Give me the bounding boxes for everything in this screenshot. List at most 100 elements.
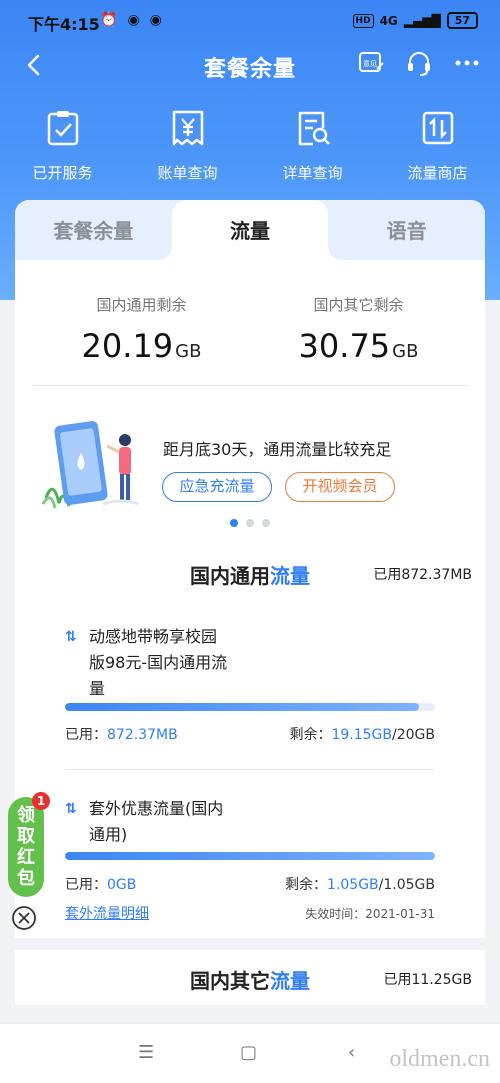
home-icon[interactable]: ▢ [240, 1042, 257, 1063]
more-button[interactable] [452, 48, 482, 78]
emergency-data-button[interactable]: 应急充流量 [162, 472, 272, 502]
tab-data[interactable]: 流量 [157, 200, 343, 260]
remain-value: 19.15GB [331, 727, 393, 743]
usage-progress-bar [65, 852, 435, 860]
other-remaining: 国内其它剩余 30.75 GB [250, 294, 467, 385]
data-transfer-icon: ⇅ [65, 801, 77, 817]
remain-total: /1.05GB [378, 877, 435, 893]
remain-total: /20GB [392, 727, 435, 743]
remain-label: 剩余： [289, 727, 332, 743]
main-card: 套餐余量 流量 语音 国内通用剩余 20.19 GB 国内其它剩余 30.75 GB [15, 200, 485, 546]
section-other-header: 国内其它流量 已用11.25GB [15, 950, 485, 1005]
package-name: ⇅ 动感地带畅享校园 版98元-国内通用流 量 [65, 624, 435, 702]
red-envelope-label: 取 [17, 826, 35, 847]
red-envelope-button[interactable]: 领 取 红 包 [8, 797, 44, 897]
watermark: oldmen.cn [389, 1046, 490, 1072]
overage-detail-link[interactable]: 套外流量明细 [65, 903, 149, 923]
back-button[interactable] [20, 50, 50, 80]
remain-label: 剩余： [285, 877, 328, 893]
section-title-prefix: 国内通用 [190, 564, 270, 588]
feedback-button[interactable]: 意见 [356, 48, 386, 78]
video-membership-button[interactable]: 开视频会员 [285, 472, 395, 502]
battery-icon: 57 [446, 12, 478, 29]
carousel-dot[interactable] [246, 519, 254, 527]
shortcut-row: 已开服务 账单查询 详单查询 流量商店 [0, 108, 500, 183]
carousel-dot[interactable] [262, 519, 270, 527]
package-1-usage: 已用：872.37MB 剩余：19.15GB/20GB [65, 724, 435, 744]
status-time: 下午4:15 [28, 15, 100, 34]
other-remaining-unit: GB [392, 341, 419, 362]
general-remaining-value: 20.19 [81, 327, 174, 365]
chevron-left-icon [27, 54, 40, 76]
usage-progress-bar [65, 703, 435, 711]
section-title-highlight: 流量 [270, 969, 310, 993]
carousel-dots [15, 519, 485, 527]
shortcut-store[interactable]: 流量商店 [375, 108, 500, 183]
promo-banner[interactable]: 距月底30天，通用流量比较充足 应急充流量 开视频会员 [15, 386, 485, 546]
package-1-progress [65, 703, 435, 711]
used-label: 已用： [65, 727, 107, 743]
feedback-icon: 意见 [359, 52, 384, 72]
data-store-icon [422, 111, 453, 145]
package-list: ⇅ 动感地带畅享校园 版98元-国内通用流 量 已用：872.37MB 剩余：1… [15, 598, 485, 938]
red-envelope-label: 红 [17, 847, 35, 868]
yuan-bill-icon [172, 110, 203, 146]
customer-service-button[interactable] [404, 48, 434, 78]
shortcut-services[interactable]: 已开服务 [0, 108, 125, 183]
phone-illustration-icon [41, 421, 140, 509]
package-name-line: 套外优惠流量(国内 [89, 799, 224, 818]
package-item: ⇅ 套外优惠流量(国内 通用) [65, 796, 435, 848]
app-notification-icon: ◉ [149, 12, 162, 28]
close-icon[interactable] [11, 905, 37, 931]
headset-icon [408, 52, 430, 76]
divider [65, 769, 435, 770]
used-value: 0GB [107, 877, 137, 893]
usage-progress-fill [65, 852, 435, 860]
network-type: 4G [379, 13, 398, 28]
package-name-line: 动感地带畅享校园 [89, 627, 218, 646]
hd-icon: HD [352, 13, 374, 28]
menu-icon[interactable]: ☰ [138, 1042, 154, 1063]
red-envelope-badge: 1 [32, 792, 50, 810]
nav-bar: 套餐余量 意见 [0, 40, 500, 90]
clipboard-check-icon [47, 111, 78, 146]
tab-bar: 套餐余量 流量 语音 [15, 200, 485, 260]
shortcut-label: 已开服务 [32, 164, 93, 182]
shortcut-bill[interactable]: 账单查询 [125, 108, 250, 183]
section-other-used: 已用11.25GB [383, 972, 472, 988]
status-bar: 下午4:15 ⏰ ◉ ◉ HD 4G ▂▄▆█ 57 [0, 0, 500, 40]
section-title-prefix: 国内其它 [190, 969, 270, 993]
used-label: 已用： [65, 877, 107, 893]
carousel-dot[interactable] [230, 519, 238, 527]
remain-value: 1.05GB [327, 877, 379, 893]
usage-progress-fill [65, 703, 420, 711]
tab-data-label: 流量 [230, 219, 270, 243]
other-remaining-label: 国内其它剩余 [313, 296, 404, 314]
package-item: ⇅ 动感地带畅享校园 版98元-国内通用流 量 [65, 624, 435, 702]
package-name: ⇅ 套外优惠流量(国内 通用) [65, 796, 435, 848]
shortcut-label: 流量商店 [407, 164, 468, 182]
detail-search-icon [298, 111, 330, 146]
feedback-label: 意见 [363, 59, 377, 68]
package-name-line: 版98元-国内通用流 [89, 653, 228, 672]
section-title-highlight: 流量 [270, 564, 310, 588]
general-remaining-unit: GB [175, 341, 202, 362]
tab-package[interactable]: 套餐余量 [15, 200, 172, 260]
package-name-line: 量 [89, 679, 106, 698]
general-remaining: 国内通用剩余 20.19 GB [33, 294, 250, 385]
promo-tip: 距月底30天，通用流量比较充足 [163, 440, 392, 459]
general-remaining-label: 国内通用剩余 [96, 296, 187, 314]
shortcut-detail[interactable]: 详单查询 [250, 108, 375, 183]
expire-time: 失效时间：2021-01-31 [305, 906, 435, 921]
tab-voice[interactable]: 语音 [328, 200, 485, 260]
data-transfer-icon: ⇅ [65, 629, 77, 645]
more-dots-icon [455, 60, 479, 66]
package-2-progress [65, 852, 435, 860]
notification-icon: ◉ [127, 12, 140, 28]
shortcut-label: 账单查询 [157, 164, 218, 182]
other-remaining-value: 30.75 [298, 327, 391, 365]
package-name-line: 通用) [89, 825, 128, 844]
shortcut-label: 详单查询 [282, 164, 343, 182]
back-nav-icon[interactable]: ‹ [348, 1042, 355, 1063]
used-value: 872.37MB [107, 727, 178, 743]
